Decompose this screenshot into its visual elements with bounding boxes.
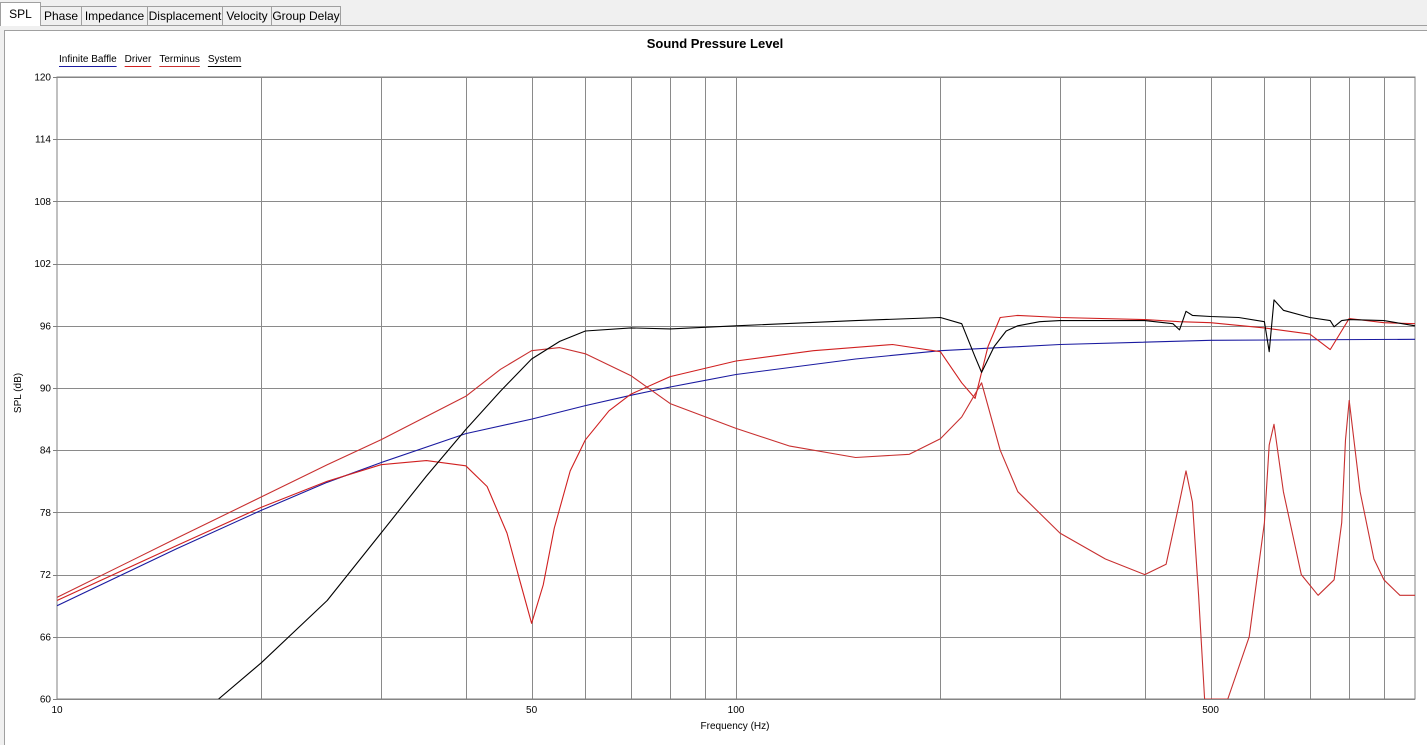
legend-item-driver: Driver [125, 54, 152, 65]
spl-chart: 60 66 72 78 84 90 96 102 108 114 120 10 50 100 500 So… [13, 36, 1416, 732]
y-tick-label: 102 [34, 259, 51, 270]
chart-title: Sound Pressure Level [647, 36, 784, 51]
legend-item-system: System [208, 54, 241, 65]
y-tick-label: 120 [34, 73, 51, 84]
y-tick-label: 90 [40, 384, 52, 395]
y-tick-label: 96 [40, 321, 52, 332]
series-line-system [218, 299, 1415, 699]
x-tick-label: 10 [51, 705, 63, 716]
x-tick-label: 100 [728, 705, 745, 716]
y-tick-label: 108 [34, 197, 51, 208]
y-tick-label: 60 [40, 695, 52, 706]
y-axis-label: SPL (dB) [13, 373, 24, 413]
x-tick-label: 50 [526, 705, 538, 716]
y-tick-label: 66 [40, 632, 52, 643]
legend-item-terminus: Terminus [159, 54, 200, 65]
y-tick-label: 78 [40, 508, 52, 519]
y-tick-label: 114 [35, 135, 51, 146]
x-axis-label: Frequency (Hz) [701, 721, 770, 732]
x-axis-tick-labels: 10 50 100 500 [51, 705, 1219, 716]
y-tick-label: 84 [40, 446, 52, 457]
legend-item-infinite-baffle: Infinite Baffle [59, 54, 117, 65]
tab-spl[interactable]: SPL [0, 2, 41, 26]
grid [53, 77, 1415, 700]
legend: Infinite Baffle Driver Terminus System [59, 54, 242, 67]
x-tick-label: 500 [1202, 705, 1219, 716]
y-axis-tick-labels: 60 66 72 78 84 90 96 102 108 114 120 [34, 73, 51, 706]
y-tick-label: 72 [40, 570, 52, 581]
